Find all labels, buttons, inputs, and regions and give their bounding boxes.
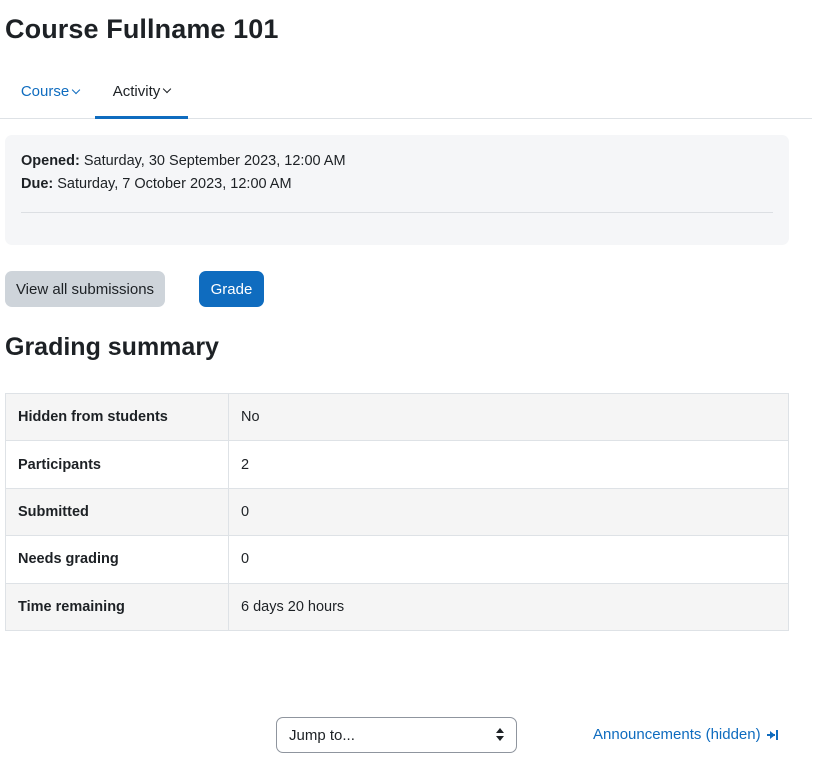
table-row: Needs grading 0 — [5, 535, 789, 584]
divider — [21, 212, 773, 213]
due-label: Due: — [21, 176, 54, 192]
opened-value: Saturday, 30 September 2023, 12:00 AM — [83, 153, 346, 169]
activity-dates: Opened: Saturday, 30 September 2023, 12:… — [5, 135, 789, 245]
page-title: Course Fullname 101 — [5, 14, 279, 44]
row-label: Participants — [5, 440, 229, 489]
opened-label: Opened: — [21, 153, 80, 169]
select-arrows-icon — [496, 728, 504, 742]
chevron-down-icon — [71, 85, 81, 94]
row-value: No — [228, 392, 789, 442]
jump-to-select[interactable]: Jump to... — [276, 717, 517, 753]
arrow-right-to-bar-icon — [766, 729, 778, 740]
row-label: Hidden from students — [5, 392, 229, 442]
due-value: Saturday, 7 October 2023, 12:00 AM — [57, 176, 292, 192]
table-row: Hidden from students No — [5, 392, 789, 442]
row-value: 0 — [228, 535, 789, 584]
chevron-down-icon — [163, 84, 172, 94]
row-value: 2 — [228, 440, 789, 489]
opened-date: Opened: Saturday, 30 September 2023, 12:… — [21, 153, 346, 169]
row-label: Needs grading — [5, 535, 229, 584]
tab-activity-label: Activity — [112, 82, 161, 100]
grading-summary-table: Hidden from students No Participants 2 S… — [5, 392, 789, 631]
tab-activity[interactable]: Activity — [95, 64, 188, 119]
secondary-navigation: Course Activity — [0, 64, 812, 119]
table-row: Participants 2 — [5, 440, 789, 489]
row-value: 0 — [228, 487, 789, 537]
table-row: Time remaining 6 days 20 hours — [5, 582, 789, 631]
row-value: 6 days 20 hours — [228, 582, 789, 631]
table-row: Submitted 0 — [5, 487, 789, 537]
tab-course-label: Course — [20, 83, 70, 100]
grading-summary-heading: Grading summary — [5, 333, 219, 361]
row-label: Time remaining — [5, 582, 229, 631]
next-activity-label: Announcements (hidden) — [593, 726, 761, 743]
jump-to-value: Jump to... — [289, 726, 355, 744]
tab-course[interactable]: Course — [5, 64, 95, 119]
view-all-submissions-button[interactable]: View all submissions — [5, 271, 165, 307]
grade-button[interactable]: Grade — [199, 271, 264, 307]
row-label: Submitted — [5, 487, 229, 537]
next-activity-link[interactable]: Announcements (hidden) — [593, 726, 778, 743]
due-date: Due: Saturday, 7 October 2023, 12:00 AM — [21, 176, 292, 192]
